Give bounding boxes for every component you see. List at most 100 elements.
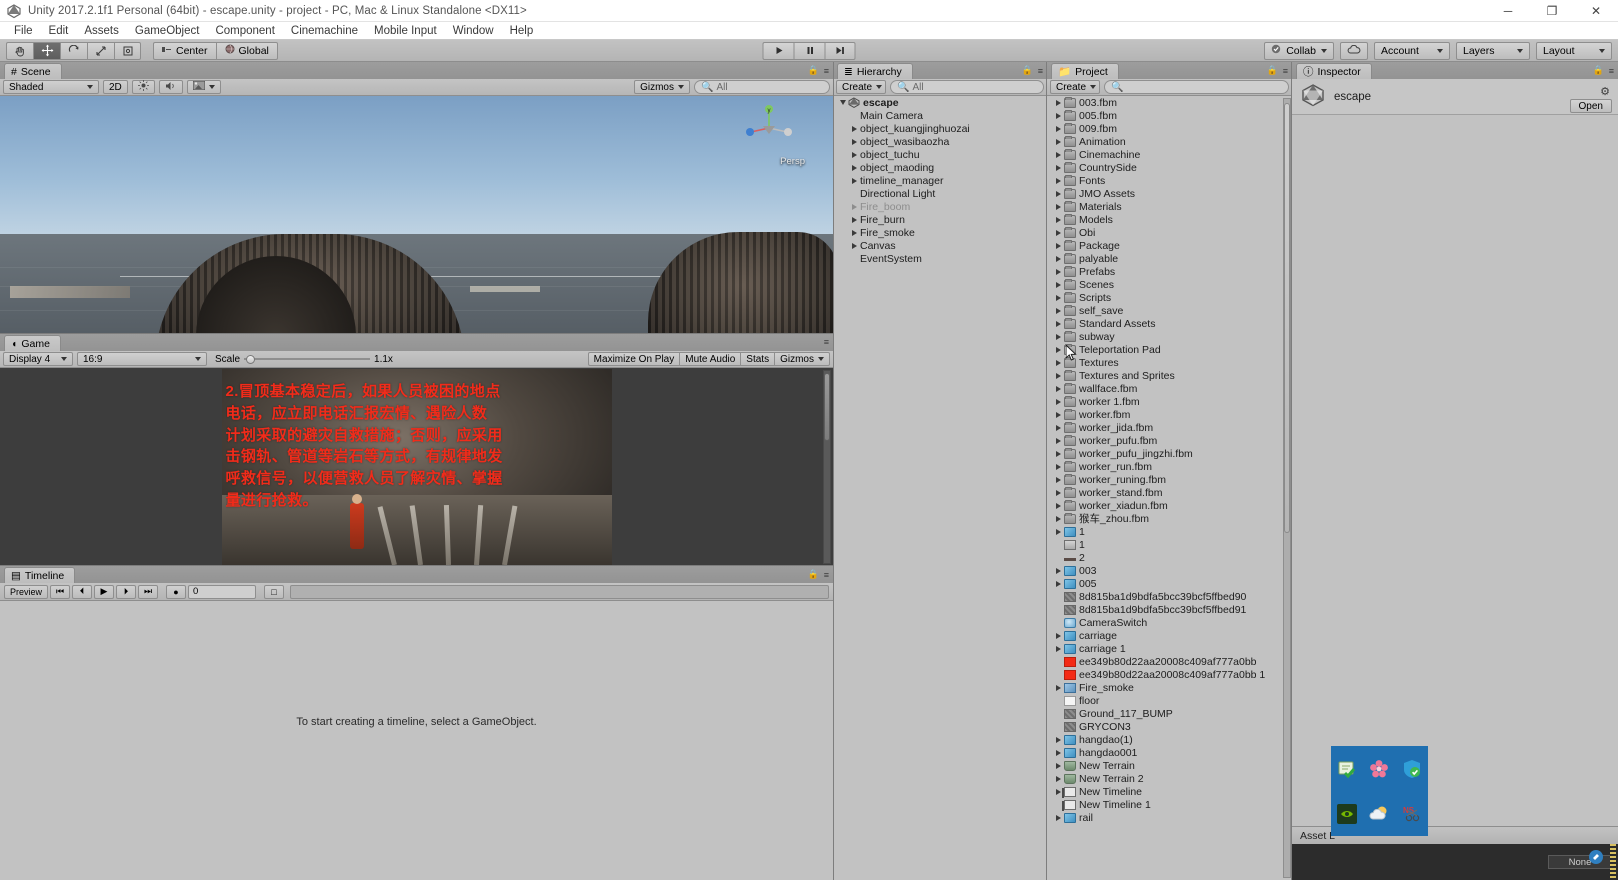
game-aspect-dropdown[interactable]: 16:9: [77, 352, 207, 366]
chevron-right-icon[interactable]: [1053, 333, 1064, 340]
chevron-right-icon[interactable]: [1053, 203, 1064, 210]
project-item[interactable]: 1: [1047, 525, 1283, 538]
timeline-prev-frame-button[interactable]: ⏴: [72, 584, 92, 599]
project-asset-list[interactable]: 003.fbm 005.fbm 009.fbm Animation Cinemachin…: [1047, 96, 1283, 880]
timeline-preview-button[interactable]: Preview: [4, 584, 48, 599]
pause-button[interactable]: [793, 41, 825, 60]
tab-project[interactable]: 📁 Project: [1051, 63, 1119, 79]
timeline-play-button[interactable]: ▶: [94, 584, 114, 599]
divider-game-timeline[interactable]: [0, 565, 833, 566]
project-item[interactable]: hangdao(1): [1047, 733, 1283, 746]
divider-hierarchy-project[interactable]: [1046, 62, 1047, 880]
chevron-right-icon[interactable]: [1053, 346, 1064, 353]
hierarchy-item[interactable]: Main Camera: [833, 109, 1047, 122]
chevron-right-icon[interactable]: [1053, 463, 1064, 470]
project-item[interactable]: 003.fbm: [1047, 96, 1283, 109]
project-item[interactable]: worker_pufu_jingzhi.fbm: [1047, 447, 1283, 460]
project-item[interactable]: Obi: [1047, 226, 1283, 239]
project-item[interactable]: New Timeline 1: [1047, 798, 1283, 811]
project-item[interactable]: worker_jida.fbm: [1047, 421, 1283, 434]
menu-window[interactable]: Window: [445, 22, 502, 40]
chevron-right-icon[interactable]: [1053, 814, 1064, 821]
chevron-right-icon[interactable]: [849, 242, 860, 249]
step-button[interactable]: [824, 41, 856, 60]
scene-effects-toggle[interactable]: [186, 80, 221, 94]
lock-icon[interactable]: 🔒: [1593, 65, 1604, 76]
project-item[interactable]: worker_runing.fbm: [1047, 473, 1283, 486]
timeline-frame-field[interactable]: 0: [188, 584, 256, 599]
project-item[interactable]: worker_pufu.fbm: [1047, 434, 1283, 447]
chevron-right-icon[interactable]: [1053, 151, 1064, 158]
scale-tool-button[interactable]: [87, 41, 114, 60]
hierarchy-item[interactable]: object_tuchu: [833, 148, 1047, 161]
open-button[interactable]: Open: [1569, 99, 1612, 113]
hierarchy-tree[interactable]: escape Main Camera object_kuangjinghuozai o…: [833, 96, 1047, 880]
hierarchy-item[interactable]: EventSystem: [833, 252, 1047, 265]
project-item[interactable]: Standard Assets: [1047, 317, 1283, 330]
timeline-lock-button[interactable]: □: [264, 584, 284, 599]
panel-menu-icon[interactable]: ≡: [1609, 66, 1614, 76]
scale-slider-handle[interactable]: [246, 354, 256, 364]
panel-menu-icon[interactable]: ≡: [824, 66, 829, 76]
project-item[interactable]: 003: [1047, 564, 1283, 577]
scene-audio-toggle[interactable]: [158, 80, 183, 94]
chevron-right-icon[interactable]: [1053, 177, 1064, 184]
project-item[interactable]: Animation: [1047, 135, 1283, 148]
tab-game[interactable]: ◖ Game: [4, 335, 61, 351]
chevron-right-icon[interactable]: [1053, 775, 1064, 782]
chevron-right-icon[interactable]: [849, 125, 860, 132]
layout-button[interactable]: Layout: [1536, 41, 1612, 60]
hand-tool-button[interactable]: [6, 41, 33, 60]
project-item[interactable]: CountrySide: [1047, 161, 1283, 174]
chevron-right-icon[interactable]: [1053, 632, 1064, 639]
space-mode-button[interactable]: Global: [215, 41, 278, 60]
gear-icon[interactable]: ⚙: [1600, 85, 1610, 98]
project-item[interactable]: 005.fbm: [1047, 109, 1283, 122]
toggle-2d-button[interactable]: 2D: [103, 80, 128, 94]
lock-icon[interactable]: 🔒: [1267, 65, 1278, 76]
chevron-right-icon[interactable]: [1053, 255, 1064, 262]
chevron-right-icon[interactable]: [1053, 749, 1064, 756]
chevron-right-icon[interactable]: [1053, 216, 1064, 223]
project-item[interactable]: Ground_117_BUMP: [1047, 707, 1283, 720]
layers-button[interactable]: Layers: [1456, 41, 1530, 60]
chevron-right-icon[interactable]: [1053, 385, 1064, 392]
game-scale-control[interactable]: Scale 1.1x: [215, 354, 393, 365]
rect-tool-button[interactable]: [114, 41, 141, 60]
divider-project-inspector[interactable]: [1291, 62, 1292, 880]
panel-menu-icon[interactable]: ≡: [1283, 66, 1288, 76]
chevron-right-icon[interactable]: [849, 216, 860, 223]
hierarchy-item[interactable]: object_maoding: [833, 161, 1047, 174]
chevron-right-icon[interactable]: [1053, 125, 1064, 132]
collab-button[interactable]: Collab: [1264, 41, 1334, 60]
project-item[interactable]: Fire_smoke: [1047, 681, 1283, 694]
chevron-right-icon[interactable]: [849, 177, 860, 184]
chevron-right-icon[interactable]: [1053, 684, 1064, 691]
panel-menu-icon[interactable]: ≡: [1038, 66, 1043, 76]
tray-icon-ns-cut[interactable]: NS: [1402, 804, 1422, 824]
scene-axis-gizmo[interactable]: y: [745, 104, 793, 152]
project-item[interactable]: CameraSwitch: [1047, 616, 1283, 629]
project-item[interactable]: 005: [1047, 577, 1283, 590]
project-item[interactable]: carriage 1: [1047, 642, 1283, 655]
chevron-right-icon[interactable]: [1053, 164, 1064, 171]
chevron-right-icon[interactable]: [1053, 437, 1064, 444]
project-item[interactable]: Textures and Sprites: [1047, 369, 1283, 382]
project-item[interactable]: worker 1.fbm: [1047, 395, 1283, 408]
divider-scene-game[interactable]: [0, 333, 833, 334]
hierarchy-item[interactable]: object_kuangjinghuozai: [833, 122, 1047, 135]
project-item[interactable]: New Terrain 2: [1047, 772, 1283, 785]
project-item[interactable]: wallface.fbm: [1047, 382, 1283, 395]
project-item[interactable]: Textures: [1047, 356, 1283, 369]
project-item[interactable]: palyable: [1047, 252, 1283, 265]
pivot-mode-button[interactable]: Center: [153, 41, 216, 60]
timeline-last-frame-button[interactable]: ⏭: [138, 584, 158, 599]
divider-scene-hierarchy[interactable]: [833, 62, 834, 880]
game-scrollbar-thumb[interactable]: [824, 373, 830, 441]
scene-search-input[interactable]: 🔍 All: [694, 80, 830, 94]
maximize-button[interactable]: ❐: [1530, 0, 1574, 22]
chevron-right-icon[interactable]: [1053, 762, 1064, 769]
project-item[interactable]: subway: [1047, 330, 1283, 343]
game-viewport[interactable]: 2.冒顶基本稳定后，如果人员被困的地点 电话，应立即电话汇报宏情、遇险人数 计划…: [0, 368, 833, 566]
project-item[interactable]: Teleportation Pad: [1047, 343, 1283, 356]
